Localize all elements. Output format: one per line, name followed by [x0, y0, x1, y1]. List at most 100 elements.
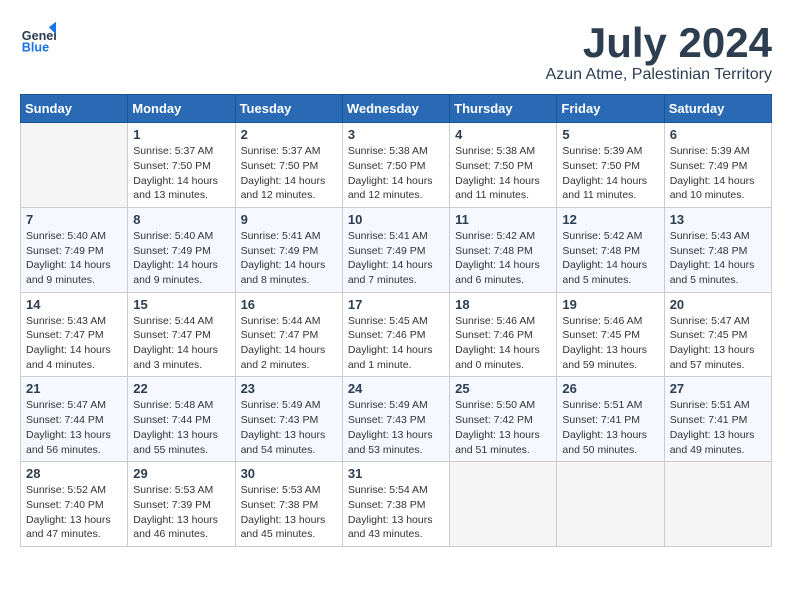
- day-number: 13: [670, 212, 766, 227]
- day-info: Sunrise: 5:53 AMSunset: 7:39 PMDaylight:…: [133, 483, 229, 542]
- weekday-header: Friday: [557, 95, 664, 123]
- day-info: Sunrise: 5:46 AMSunset: 7:45 PMDaylight:…: [562, 314, 658, 373]
- calendar-week-row: 7 Sunrise: 5:40 AMSunset: 7:49 PMDaylight…: [21, 207, 772, 292]
- calendar-day-cell: 8Sunrise: 5:40 AMSunset: 7:49 PMDaylight…: [128, 207, 235, 292]
- weekday-header: Monday: [128, 95, 235, 123]
- calendar-day-cell: 14 Sunrise: 5:43 AMSunset: 7:47 PMDayligh…: [21, 292, 128, 377]
- calendar-day-cell: 13 Sunrise: 5:43 AMSunset: 7:48 PMDayligh…: [664, 207, 771, 292]
- weekday-header: Wednesday: [342, 95, 449, 123]
- day-number: 3: [348, 127, 444, 142]
- day-info: Sunrise: 5:44 AMSunset: 7:47 PMDaylight:…: [241, 314, 337, 373]
- calendar-day-cell: 24Sunrise: 5:49 AMSunset: 7:43 PMDayligh…: [342, 377, 449, 462]
- calendar-day-cell: 25 Sunrise: 5:50 AMSunset: 7:42 PMDayligh…: [450, 377, 557, 462]
- weekday-header: Saturday: [664, 95, 771, 123]
- day-number: 10: [348, 212, 444, 227]
- calendar-day-cell: 29 Sunrise: 5:53 AMSunset: 7:39 PMDayligh…: [128, 462, 235, 547]
- day-number: 31: [348, 466, 444, 481]
- calendar-day-cell: 10 Sunrise: 5:41 AMSunset: 7:49 PMDayligh…: [342, 207, 449, 292]
- weekday-header: Thursday: [450, 95, 557, 123]
- day-info: Sunrise: 5:43 AMSunset: 7:47 PMDaylight:…: [26, 314, 122, 373]
- day-info: Sunrise: 5:39 AMSunset: 7:50 PMDaylight:…: [562, 144, 658, 203]
- day-info: Sunrise: 5:42 AMSunset: 7:48 PMDaylight:…: [562, 229, 658, 288]
- day-info: Sunrise: 5:40 AMSunset: 7:49 PMDaylight:…: [133, 229, 229, 288]
- calendar-day-cell: 2Sunrise: 5:37 AMSunset: 7:50 PMDaylight…: [235, 123, 342, 208]
- day-info: Sunrise: 5:42 AMSunset: 7:48 PMDaylight:…: [455, 229, 551, 288]
- day-info: Sunrise: 5:51 AMSunset: 7:41 PMDaylight:…: [670, 398, 766, 457]
- day-number: 20: [670, 297, 766, 312]
- calendar-day-cell: 19 Sunrise: 5:46 AMSunset: 7:45 PMDayligh…: [557, 292, 664, 377]
- day-number: 4: [455, 127, 551, 142]
- calendar-day-cell: 4 Sunrise: 5:38 AMSunset: 7:50 PMDaylight…: [450, 123, 557, 208]
- day-number: 11: [455, 212, 551, 227]
- day-number: 6: [670, 127, 766, 142]
- calendar-week-row: 1 Sunrise: 5:37 AMSunset: 7:50 PMDaylight…: [21, 123, 772, 208]
- calendar-day-cell: 23 Sunrise: 5:49 AMSunset: 7:43 PMDayligh…: [235, 377, 342, 462]
- day-info: Sunrise: 5:53 AMSunset: 7:38 PMDaylight:…: [241, 483, 337, 542]
- calendar-day-cell: 27Sunrise: 5:51 AMSunset: 7:41 PMDayligh…: [664, 377, 771, 462]
- day-number: 7: [26, 212, 122, 227]
- day-info: Sunrise: 5:38 AMSunset: 7:50 PMDaylight:…: [455, 144, 551, 203]
- calendar-day-cell: [21, 123, 128, 208]
- calendar-day-cell: 9 Sunrise: 5:41 AMSunset: 7:49 PMDaylight…: [235, 207, 342, 292]
- day-number: 29: [133, 466, 229, 481]
- location-title: Azun Atme, Palestinian Territory: [546, 66, 772, 84]
- day-info: Sunrise: 5:43 AMSunset: 7:48 PMDaylight:…: [670, 229, 766, 288]
- logo: General Blue: [20, 20, 56, 56]
- day-number: 15: [133, 297, 229, 312]
- calendar-day-cell: 7 Sunrise: 5:40 AMSunset: 7:49 PMDaylight…: [21, 207, 128, 292]
- day-info: Sunrise: 5:50 AMSunset: 7:42 PMDaylight:…: [455, 398, 551, 457]
- day-number: 1: [133, 127, 229, 142]
- weekday-header: Sunday: [21, 95, 128, 123]
- day-number: 18: [455, 297, 551, 312]
- title-area: July 2024 Azun Atme, Palestinian Territo…: [546, 20, 772, 84]
- calendar-table: SundayMondayTuesdayWednesdayThursdayFrid…: [20, 94, 772, 547]
- calendar-day-cell: 1 Sunrise: 5:37 AMSunset: 7:50 PMDaylight…: [128, 123, 235, 208]
- day-number: 28: [26, 466, 122, 481]
- day-number: 21: [26, 381, 122, 396]
- day-number: 2: [241, 127, 337, 142]
- calendar-header-row: SundayMondayTuesdayWednesdayThursdayFrid…: [21, 95, 772, 123]
- calendar-day-cell: 31 Sunrise: 5:54 AMSunset: 7:38 PMDayligh…: [342, 462, 449, 547]
- weekday-header: Tuesday: [235, 95, 342, 123]
- calendar-day-cell: 5 Sunrise: 5:39 AMSunset: 7:50 PMDaylight…: [557, 123, 664, 208]
- day-number: 5: [562, 127, 658, 142]
- day-number: 25: [455, 381, 551, 396]
- day-info: Sunrise: 5:46 AMSunset: 7:46 PMDaylight:…: [455, 314, 551, 373]
- day-info: Sunrise: 5:40 AMSunset: 7:49 PMDaylight:…: [26, 229, 122, 288]
- day-number: 9: [241, 212, 337, 227]
- calendar-week-row: 28 Sunrise: 5:52 AMSunset: 7:40 PMDayligh…: [21, 462, 772, 547]
- day-number: 19: [562, 297, 658, 312]
- calendar-week-row: 14 Sunrise: 5:43 AMSunset: 7:47 PMDayligh…: [21, 292, 772, 377]
- month-title: July 2024: [546, 20, 772, 66]
- calendar-day-cell: [450, 462, 557, 547]
- calendar-day-cell: 28 Sunrise: 5:52 AMSunset: 7:40 PMDayligh…: [21, 462, 128, 547]
- day-info: Sunrise: 5:47 AMSunset: 7:45 PMDaylight:…: [670, 314, 766, 373]
- day-number: 23: [241, 381, 337, 396]
- calendar-day-cell: [664, 462, 771, 547]
- day-info: Sunrise: 5:47 AMSunset: 7:44 PMDaylight:…: [26, 398, 122, 457]
- day-info: Sunrise: 5:54 AMSunset: 7:38 PMDaylight:…: [348, 483, 444, 542]
- logo-icon: General Blue: [20, 20, 56, 56]
- day-info: Sunrise: 5:48 AMSunset: 7:44 PMDaylight:…: [133, 398, 229, 457]
- calendar-day-cell: 30Sunrise: 5:53 AMSunset: 7:38 PMDayligh…: [235, 462, 342, 547]
- day-info: Sunrise: 5:38 AMSunset: 7:50 PMDaylight:…: [348, 144, 444, 203]
- day-number: 14: [26, 297, 122, 312]
- calendar-day-cell: 3 Sunrise: 5:38 AMSunset: 7:50 PMDaylight…: [342, 123, 449, 208]
- day-info: Sunrise: 5:41 AMSunset: 7:49 PMDaylight:…: [241, 229, 337, 288]
- calendar-day-cell: 17Sunrise: 5:45 AMSunset: 7:46 PMDayligh…: [342, 292, 449, 377]
- calendar-day-cell: 16Sunrise: 5:44 AMSunset: 7:47 PMDayligh…: [235, 292, 342, 377]
- calendar-day-cell: 11 Sunrise: 5:42 AMSunset: 7:48 PMDayligh…: [450, 207, 557, 292]
- day-number: 22: [133, 381, 229, 396]
- day-number: 17: [348, 297, 444, 312]
- day-info: Sunrise: 5:37 AMSunset: 7:50 PMDaylight:…: [133, 144, 229, 203]
- day-number: 26: [562, 381, 658, 396]
- day-info: Sunrise: 5:52 AMSunset: 7:40 PMDaylight:…: [26, 483, 122, 542]
- svg-text:Blue: Blue: [22, 41, 49, 55]
- calendar-day-cell: [557, 462, 664, 547]
- calendar-week-row: 21 Sunrise: 5:47 AMSunset: 7:44 PMDayligh…: [21, 377, 772, 462]
- day-info: Sunrise: 5:41 AMSunset: 7:49 PMDaylight:…: [348, 229, 444, 288]
- calendar-day-cell: 21 Sunrise: 5:47 AMSunset: 7:44 PMDayligh…: [21, 377, 128, 462]
- day-info: Sunrise: 5:49 AMSunset: 7:43 PMDaylight:…: [241, 398, 337, 457]
- day-number: 12: [562, 212, 658, 227]
- calendar-day-cell: 6Sunrise: 5:39 AMSunset: 7:49 PMDaylight…: [664, 123, 771, 208]
